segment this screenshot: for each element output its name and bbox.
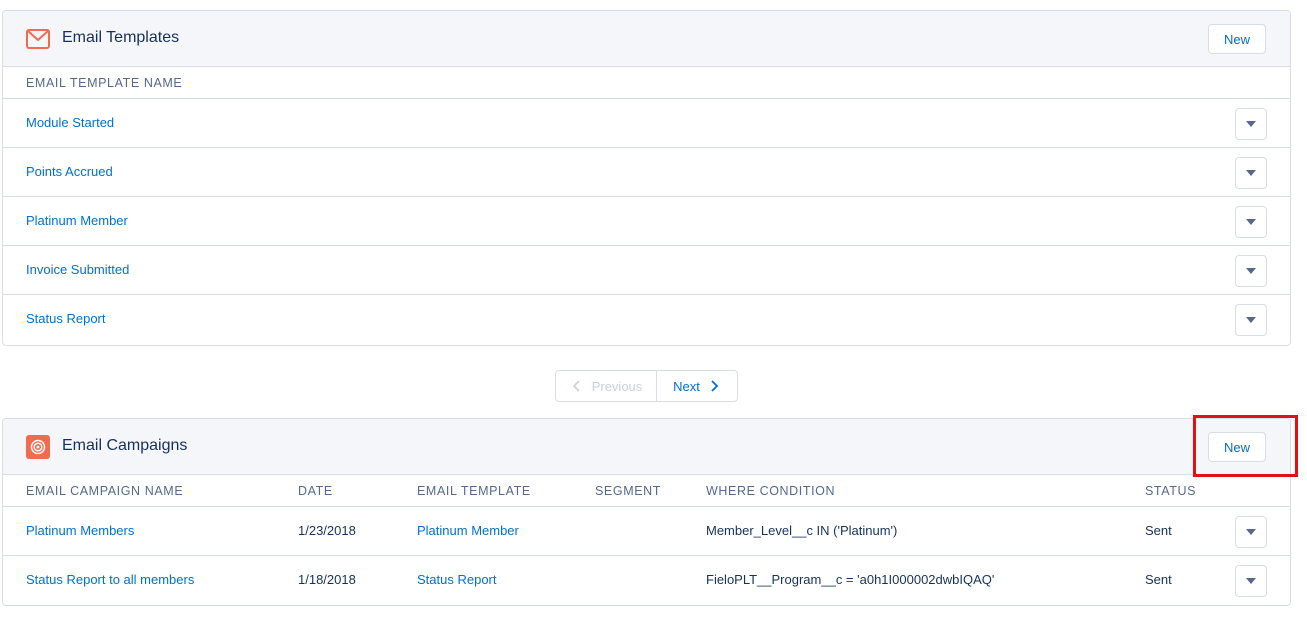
next-label: Next — [673, 378, 700, 394]
chevron-down-icon — [1246, 529, 1256, 535]
template-link[interactable]: Points Accrued — [26, 164, 113, 179]
campaign-date: 1/23/2018 — [298, 523, 356, 538]
table-row: Status Report to all members 1/18/2018 S… — [3, 556, 1290, 605]
table-row: Module Started — [3, 99, 1290, 148]
card-header: Email Campaigns New — [3, 419, 1290, 475]
campaign-template-link[interactable]: Platinum Member — [417, 523, 519, 538]
column-header-where-condition: Where Condition — [706, 484, 836, 498]
template-link[interactable]: Status Report — [26, 311, 106, 326]
highlight-box — [1193, 415, 1298, 477]
card-header: Email Templates New — [3, 11, 1290, 67]
table-row: Platinum Member — [3, 197, 1290, 246]
template-link[interactable]: Platinum Member — [26, 213, 128, 228]
chevron-down-icon — [1246, 578, 1256, 584]
chevron-down-icon — [1246, 317, 1256, 323]
chevron-left-icon — [572, 380, 580, 392]
previous-label: Previous — [591, 378, 643, 394]
campaign-status: Sent — [1145, 572, 1172, 587]
row-actions-button[interactable] — [1235, 516, 1267, 548]
card-title: Email Templates — [62, 29, 180, 46]
table-header: Email Template Name — [3, 67, 1290, 99]
campaign-status: Sent — [1145, 523, 1172, 538]
chevron-down-icon — [1246, 121, 1256, 127]
campaign-where-condition: Member_Level__c IN ('Platinum') — [706, 523, 898, 538]
email-templates-card: Email Templates New Email Template Name … — [2, 10, 1291, 346]
previous-button[interactable]: Previous — [556, 371, 657, 401]
new-template-button[interactable]: New — [1208, 24, 1266, 54]
chevron-down-icon — [1246, 170, 1256, 176]
envelope-icon — [26, 27, 50, 51]
table-header: Email Campaign Name Date Email Template … — [3, 475, 1290, 507]
table-row: Invoice Submitted — [3, 246, 1290, 295]
column-header-status: Status — [1145, 484, 1197, 498]
column-header-date: Date — [298, 484, 333, 498]
row-actions-button[interactable] — [1235, 255, 1267, 287]
chevron-right-icon — [711, 380, 719, 392]
campaign-where-condition: FieloPLT__Program__c = 'a0h1I000002dwbIQ… — [706, 572, 995, 587]
column-header-template-name: Email Template Name — [26, 76, 183, 90]
chevron-down-icon — [1246, 268, 1256, 274]
campaign-link[interactable]: Status Report to all members — [26, 572, 194, 587]
table-row: Status Report — [3, 295, 1290, 344]
card-title: Email Campaigns — [62, 437, 188, 454]
next-button[interactable]: Next — [657, 371, 737, 401]
row-actions-button[interactable] — [1235, 108, 1267, 140]
pagination: Previous Next — [555, 370, 738, 402]
row-actions-button[interactable] — [1235, 304, 1267, 336]
column-header-segment: Segment — [595, 484, 662, 498]
campaign-template-link[interactable]: Status Report — [417, 572, 497, 587]
chevron-down-icon — [1246, 219, 1256, 225]
row-actions-button[interactable] — [1235, 565, 1267, 597]
column-header-campaign-name: Email Campaign Name — [26, 484, 184, 498]
table-row: Platinum Members 1/23/2018 Platinum Memb… — [3, 507, 1290, 556]
campaign-link[interactable]: Platinum Members — [26, 523, 134, 538]
template-link[interactable]: Invoice Submitted — [26, 262, 129, 277]
column-header-email-template: Email Template — [417, 484, 531, 498]
template-link[interactable]: Module Started — [26, 115, 114, 130]
row-actions-button[interactable] — [1235, 157, 1267, 189]
row-actions-button[interactable] — [1235, 206, 1267, 238]
campaign-date: 1/18/2018 — [298, 572, 356, 587]
table-row: Points Accrued — [3, 148, 1290, 197]
email-campaigns-card: Email Campaigns New Email Campaign Name … — [2, 418, 1291, 606]
target-icon — [26, 435, 50, 459]
